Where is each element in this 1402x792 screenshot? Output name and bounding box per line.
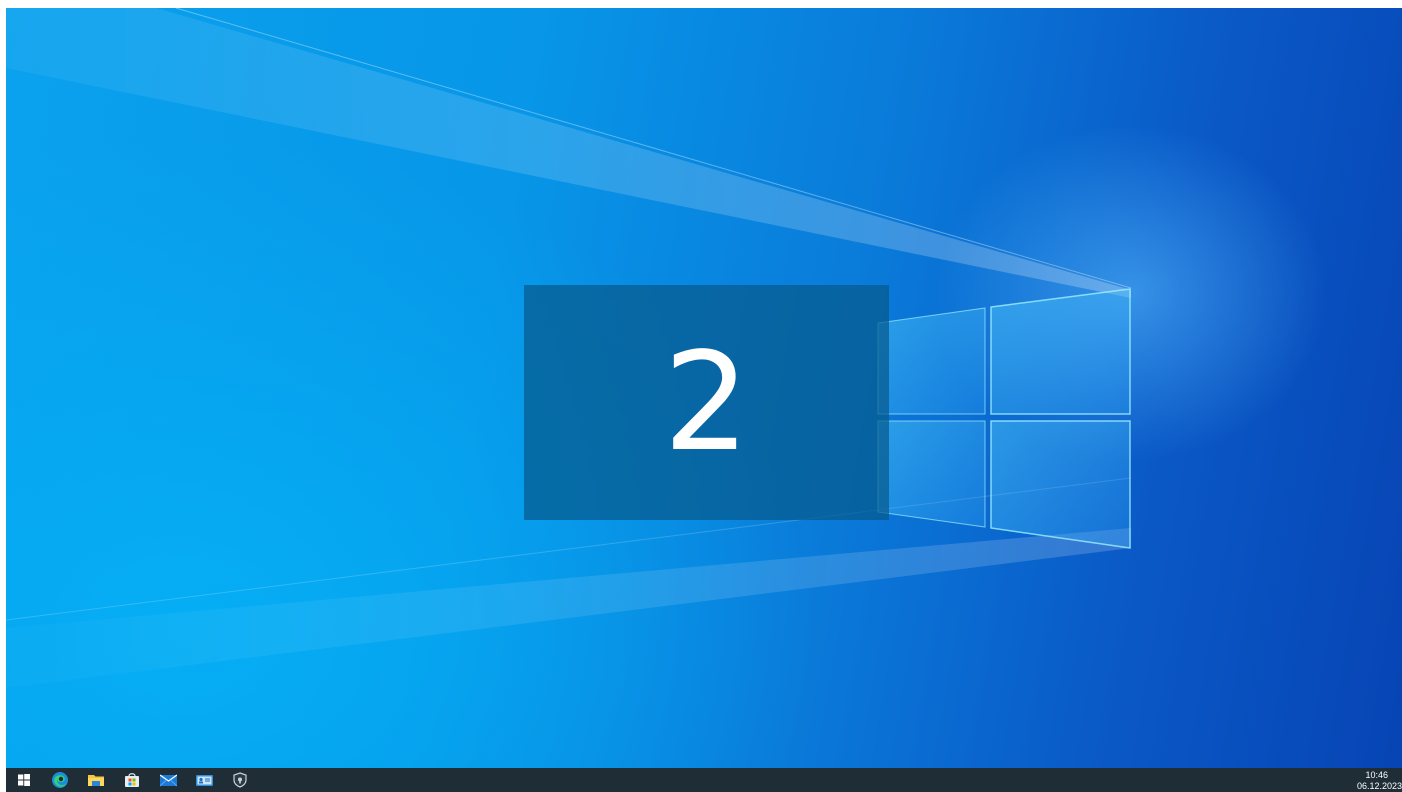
desktop: 2: [6, 8, 1402, 768]
clock-date: 06.12.2023: [1356, 781, 1402, 791]
store-icon: [125, 773, 139, 787]
clock-time: 10:46: [1365, 770, 1388, 780]
start-button[interactable]: [6, 768, 42, 792]
security-shield-icon: [233, 772, 247, 788]
taskbar-contact-card-button[interactable]: [186, 768, 222, 792]
taskbar: 10:46 06.12.2023: [6, 768, 1402, 792]
taskbar-file-explorer-button[interactable]: [78, 768, 114, 792]
display-number: 2: [663, 323, 750, 482]
display-identify-overlay: 2: [524, 285, 889, 520]
taskbar-store-button[interactable]: [114, 768, 150, 792]
mail-icon: [159, 774, 177, 786]
taskbar-mail-button[interactable]: [150, 768, 186, 792]
screen: 2 10:46 06.12.2023: [6, 8, 1402, 792]
edge-icon: [52, 772, 68, 788]
contact-card-icon: [195, 774, 213, 786]
system-clock[interactable]: 10:46 06.12.2023: [1342, 768, 1402, 792]
taskbar-edge-button[interactable]: [42, 768, 78, 792]
taskbar-security-button[interactable]: [222, 768, 258, 792]
file-explorer-icon: [88, 775, 104, 786]
start-icon: [18, 774, 30, 786]
